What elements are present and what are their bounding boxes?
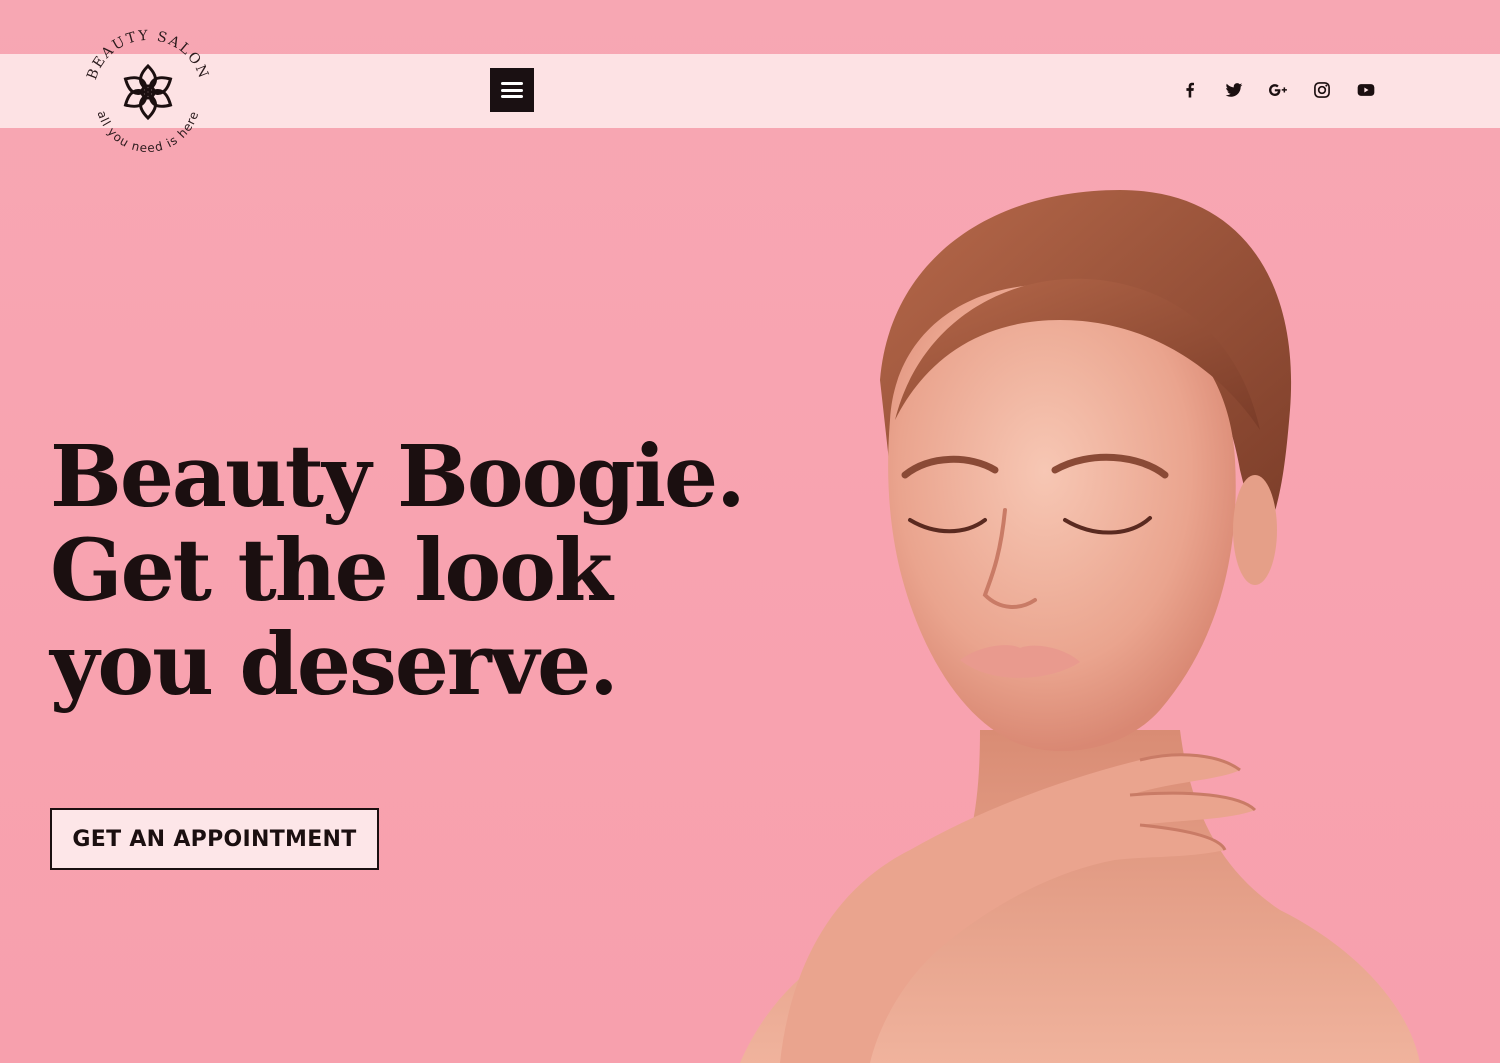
hero-headline-line-1: Beauty Boogie. [50,427,746,527]
hamburger-menu-icon [501,82,523,98]
svg-text:BEAUTY SALON: BEAUTY SALON [84,28,212,82]
google-plus-icon [1269,84,1287,96]
brand-logo[interactable]: BEAUTY SALON all you need is here [78,22,218,162]
instagram-icon [1314,82,1330,98]
hero-headline-line-3: you deserve. [50,615,619,715]
instagram-link[interactable] [1310,78,1334,102]
social-links [1178,78,1378,102]
landing-page: BEAUTY SALON all you need is here Beauty… [0,0,1500,1063]
logo-graphic: BEAUTY SALON all you need is here [84,28,212,155]
get-appointment-button[interactable]: GET AN APPOINTMENT [50,808,379,870]
google-plus-link[interactable] [1266,78,1290,102]
logo-top-text: BEAUTY SALON [84,28,210,82]
model-portrait-image [720,170,1420,1063]
facebook-link[interactable] [1178,78,1202,102]
flower-icon [123,63,173,121]
hamburger-menu-button[interactable] [490,68,534,112]
twitter-link[interactable] [1222,78,1246,102]
model-portrait [740,190,1420,1063]
facebook-icon [1186,82,1194,98]
youtube-link[interactable] [1354,78,1378,102]
twitter-icon [1225,83,1243,97]
hero-headline-line-2: Get the look [50,521,613,621]
youtube-icon [1357,84,1375,96]
hero-headline: Beauty Boogie. Get the look you deserve. [50,430,810,712]
